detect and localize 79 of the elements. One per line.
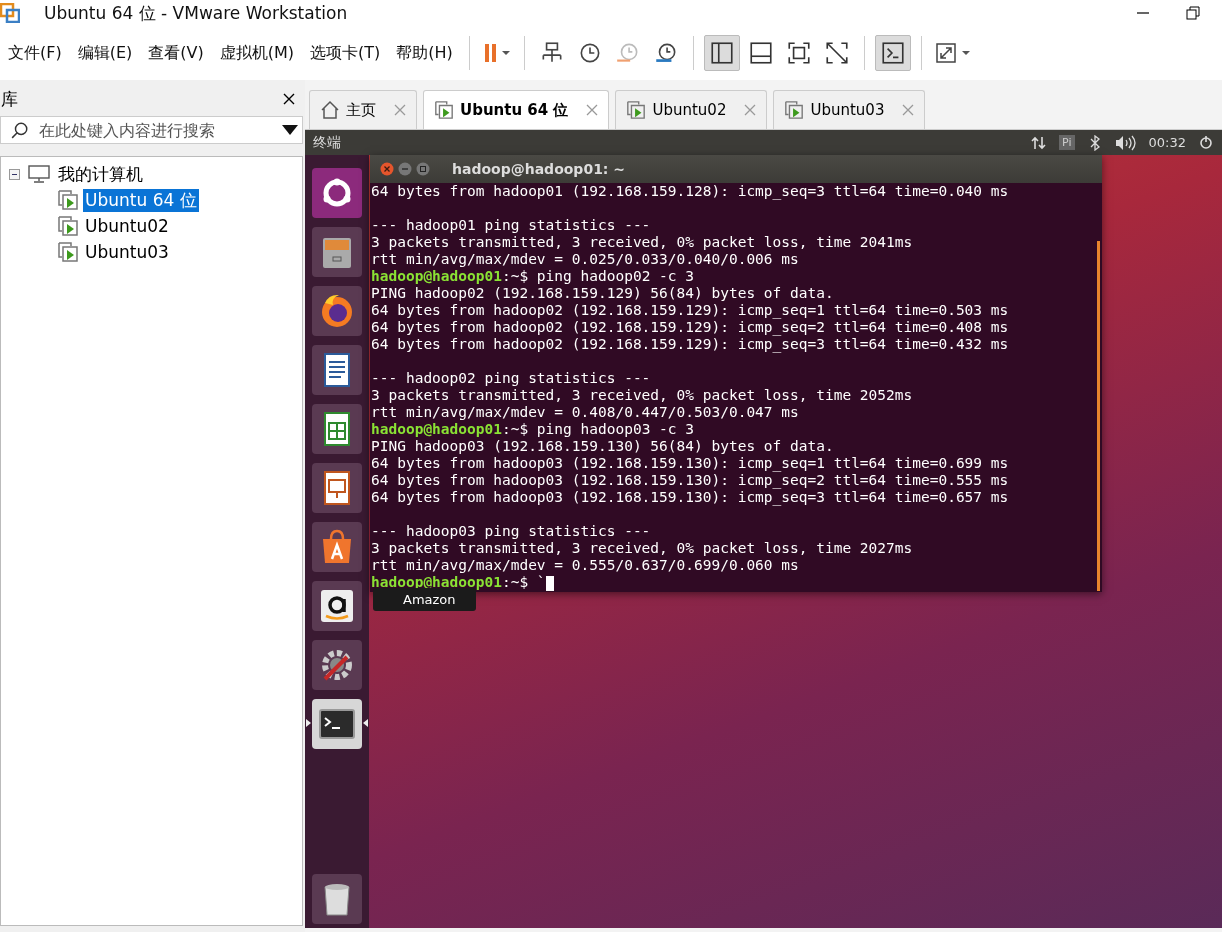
terminal-output-line: 3 packets transmitted, 3 received, 0% packet loss, time 2027ms xyxy=(371,540,913,556)
terminal-prompt-line: hadoop@hadoop01:~$ ping hadoop02 -c 3 xyxy=(371,268,694,284)
software-launcher-button[interactable] xyxy=(312,521,362,572)
terminal-prompt-line: hadoop@hadoop01:~$ ping hadoop03 -c 3 xyxy=(371,421,694,437)
writer-launcher-button[interactable] xyxy=(312,344,362,395)
menu-item[interactable]: 查看(V) xyxy=(142,38,210,68)
vm-icon xyxy=(57,241,79,263)
tab[interactable]: 主页 xyxy=(309,90,417,129)
home-icon xyxy=(320,100,340,120)
terminal-output-line: --- hadoop01 ping statistics --- xyxy=(371,217,651,233)
terminal-output-line: 64 bytes from hadoop02 (192.168.159.129): icmp_seq=1 ttl=64 time=0.503 ms xyxy=(371,302,1009,318)
close-icon[interactable] xyxy=(283,93,295,105)
volume-icon[interactable] xyxy=(1114,134,1137,151)
terminal-prompt-line: hadoop@hadoop01:~$ ` xyxy=(371,574,546,590)
tab[interactable]: Ubuntu02 xyxy=(615,90,768,129)
tab[interactable]: Ubuntu 64 位 xyxy=(423,90,610,129)
terminal-output-line: 64 bytes from hadoop03 (192.168.159.130): icmp_seq=2 ttl=64 time=0.555 ms xyxy=(371,472,1009,488)
amazon-launcher-button[interactable] xyxy=(312,580,362,631)
files-launcher-button[interactable] xyxy=(312,226,362,277)
vmware-logo-icon xyxy=(0,3,20,23)
tree-item[interactable]: Ubuntu03 xyxy=(83,242,171,262)
terminal-launcher-button[interactable] xyxy=(312,698,362,749)
tab-label: Ubuntu02 xyxy=(652,101,727,119)
tab-label: Ubuntu03 xyxy=(810,101,885,119)
tab-label: Ubuntu 64 位 xyxy=(460,100,569,120)
terminal-output-line: rtt min/avg/max/mdev = 0.025/0.033/0.040/0.006 ms xyxy=(371,251,799,267)
menu-item[interactable]: 编辑(E) xyxy=(71,38,139,68)
trash-launcher-button[interactable] xyxy=(312,873,362,924)
scrollbar[interactable] xyxy=(1097,241,1100,591)
tree-item[interactable]: 我的计算机 xyxy=(56,162,145,186)
terminal-output-line: 64 bytes from hadoop01 (192.168.159.128): icmp_seq=3 ttl=64 time=0.040 ms xyxy=(371,183,1009,199)
vm-icon xyxy=(57,215,79,237)
ubuntu-launcher-button[interactable] xyxy=(312,167,362,218)
terminal-output-line: PING hadoop03 (192.168.159.130) 56(84) bytes of data. xyxy=(371,438,834,454)
vm-icon xyxy=(784,100,805,120)
keyboard-indicator[interactable]: Pi xyxy=(1059,135,1075,150)
clock[interactable]: 00:32 xyxy=(1148,135,1186,150)
firefox-launcher-button[interactable] xyxy=(312,285,362,336)
calc-launcher-button[interactable] xyxy=(312,403,362,454)
terminal-output-line: PING hadoop02 (192.168.159.129) 56(84) bytes of data. xyxy=(371,285,834,301)
collapse-icon[interactable] xyxy=(9,168,20,180)
computer-icon xyxy=(28,165,50,183)
menu-item[interactable]: 文件(F) xyxy=(2,38,68,68)
menu-item[interactable]: 帮助(H) xyxy=(390,38,459,68)
terminal-output-line: 64 bytes from hadoop03 (192.168.159.130): icmp_seq=3 ttl=64 time=0.657 ms xyxy=(371,489,1009,505)
sidebar-view-icon[interactable] xyxy=(703,35,740,71)
vm-icon xyxy=(434,100,454,120)
terminal-title: hadoop@hadoop01: ~ xyxy=(452,161,626,177)
vm-icon xyxy=(57,189,79,211)
terminal-output-line: rtt min/avg/max/mdev = 0.408/0.447/0.503/0.047 ms xyxy=(371,404,799,420)
maximize-icon[interactable] xyxy=(416,162,430,176)
settings-launcher-button[interactable] xyxy=(312,639,362,690)
vm-icon xyxy=(626,100,647,120)
terminal-output-line: 3 packets transmitted, 3 received, 0% packet loss, time 2041ms xyxy=(371,234,913,250)
terminal-output-line: --- hadoop02 ping statistics --- xyxy=(371,370,651,386)
impress-launcher-button[interactable] xyxy=(312,462,362,513)
terminal-output-line: 64 bytes from hadoop03 (192.168.159.130): icmp_seq=1 ttl=64 time=0.699 ms xyxy=(371,455,1009,471)
tab-label: 主页 xyxy=(346,100,376,120)
network-arrows-icon[interactable] xyxy=(1031,134,1048,151)
app-title: 终端 xyxy=(313,133,341,152)
restore-icon[interactable] xyxy=(1186,6,1200,20)
tooltip: Amazon xyxy=(373,588,476,611)
power-icon[interactable] xyxy=(1198,134,1214,151)
terminal-output-line: --- hadoop03 ping statistics --- xyxy=(371,523,651,539)
terminal-output-line: 3 packets transmitted, 3 received, 0% packet loss, time 2052ms xyxy=(371,387,913,403)
console-icon[interactable] xyxy=(874,35,911,71)
search-field[interactable]: 在此处键入内容进行搜索 xyxy=(0,116,303,144)
terminal-output-line: rtt min/avg/max/mdev = 0.555/0.637/0.699/0.060 ms xyxy=(371,557,799,573)
menu-item[interactable]: 选项卡(T) xyxy=(304,38,387,68)
tab[interactable]: Ubuntu03 xyxy=(773,90,926,129)
menu-item[interactable]: 虚拟机(M) xyxy=(213,38,300,68)
dropdown-arrow-icon[interactable] xyxy=(282,125,298,135)
search-icon xyxy=(11,121,29,139)
tree-item[interactable]: Ubuntu 64 位 xyxy=(83,188,199,212)
terminal-output-line: 64 bytes from hadoop02 (192.168.159.129): icmp_seq=3 ttl=64 time=0.432 ms xyxy=(371,336,1009,352)
library-title: 库 xyxy=(1,87,18,111)
tree-item[interactable]: Ubuntu02 xyxy=(83,216,171,236)
window-title: Ubuntu 64 位 - VMware Workstation xyxy=(44,1,348,25)
terminal-output-line: 64 bytes from hadoop02 (192.168.159.129): icmp_seq=2 ttl=64 time=0.408 ms xyxy=(371,319,1009,335)
